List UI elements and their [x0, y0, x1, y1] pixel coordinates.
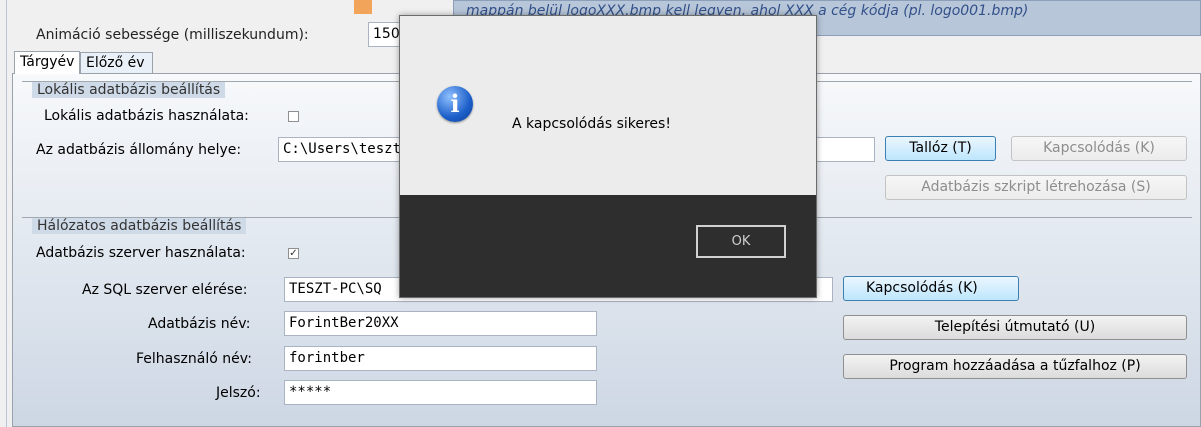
network-connect-button[interactable]: Kapcsolódás (K): [843, 276, 1019, 301]
password-label: Jelszó:: [216, 385, 261, 401]
window-left-frame: [0, 0, 7, 427]
browse-button[interactable]: Tallóz (T): [885, 136, 996, 161]
local-db-path-label: Az adatbázis állomány helye:: [36, 142, 242, 158]
color-swatch[interactable]: [354, 0, 372, 14]
dialog-message: A kapcsolódás sikeres!: [512, 116, 671, 132]
animation-speed-label: Animáció sebessége (milliszekundum):: [36, 27, 309, 43]
username-input[interactable]: forintber: [284, 346, 597, 371]
create-db-script-button[interactable]: Adatbázis szkript létrehozása (S): [885, 175, 1187, 200]
tab-previous-year[interactable]: Előző év: [80, 52, 153, 74]
tab-current-year[interactable]: Tárgyév: [14, 51, 80, 74]
local-connect-button[interactable]: Kapcsolódás (K): [1011, 136, 1187, 161]
db-name-label: Adatbázis név:: [148, 316, 251, 332]
sql-server-label: Az SQL szerver elérése:: [82, 282, 248, 298]
local-db-use-checkbox[interactable]: [288, 111, 299, 122]
info-icon: i: [437, 86, 473, 122]
network-db-group-title: Hálózatos adatbázis beállítás: [32, 218, 247, 234]
dialog-footer: OK: [400, 195, 816, 297]
local-db-use-label: Lokális adatbázis használata:: [44, 108, 249, 124]
username-label: Felhasználó név:: [136, 351, 252, 367]
network-db-use-label: Adatbázis szerver használata:: [36, 245, 246, 261]
db-name-input[interactable]: ForintBer20XX: [284, 311, 597, 336]
firewall-button[interactable]: Program hozzáadása a tűzfalhoz (P): [843, 354, 1187, 379]
install-guide-button[interactable]: Telepítési útmutató (U): [843, 315, 1187, 340]
password-input[interactable]: *****: [284, 380, 597, 405]
network-db-use-checkbox[interactable]: ✓: [288, 248, 299, 259]
ok-button[interactable]: OK: [696, 225, 786, 258]
message-dialog: i A kapcsolódás sikeres! OK: [399, 15, 817, 298]
local-db-group-title: Lokális adatbázis beállítás: [32, 82, 226, 98]
